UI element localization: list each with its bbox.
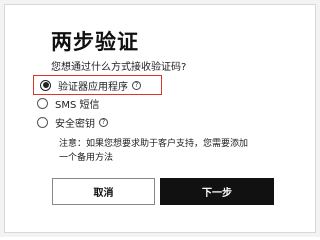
radio-authenticator-app[interactable] — [40, 79, 51, 91]
option-authenticator-app[interactable]: 验证器应用程序 ? — [40, 77, 141, 93]
cancel-button[interactable]: 取消 — [52, 178, 155, 205]
option-sms[interactable]: SMS 短信 — [37, 95, 100, 111]
option-label: 验证器应用程序 — [58, 81, 128, 93]
method-question: 您想通过什么方式接收验证码? — [51, 62, 187, 73]
radio-sms[interactable] — [37, 97, 48, 109]
radio-selected-dot — [42, 82, 49, 88]
note-line-2: 一个备用方法 — [59, 153, 114, 163]
page-title: 两步验证 — [51, 30, 139, 54]
option-security-key[interactable]: 安全密钥 ? — [37, 114, 108, 130]
option-label: SMS 短信 — [55, 99, 100, 111]
question-info-icon[interactable]: ? — [132, 80, 141, 90]
radio-security-key[interactable] — [37, 116, 48, 128]
next-button[interactable]: 下一步 — [160, 178, 274, 205]
backup-method-note: 注意：如果您想要求助于客户支持，您需要添加 一个备用方法 — [59, 137, 299, 165]
note-line-1: 注意：如果您想要求助于客户支持，您需要添加 — [59, 139, 249, 149]
page-background: 两步验证 您想通过什么方式接收验证码? 验证器应用程序 ? SMS 短信 安全密… — [0, 0, 320, 237]
option-label: 安全密钥 — [55, 118, 95, 130]
question-info-icon[interactable]: ? — [99, 117, 108, 127]
